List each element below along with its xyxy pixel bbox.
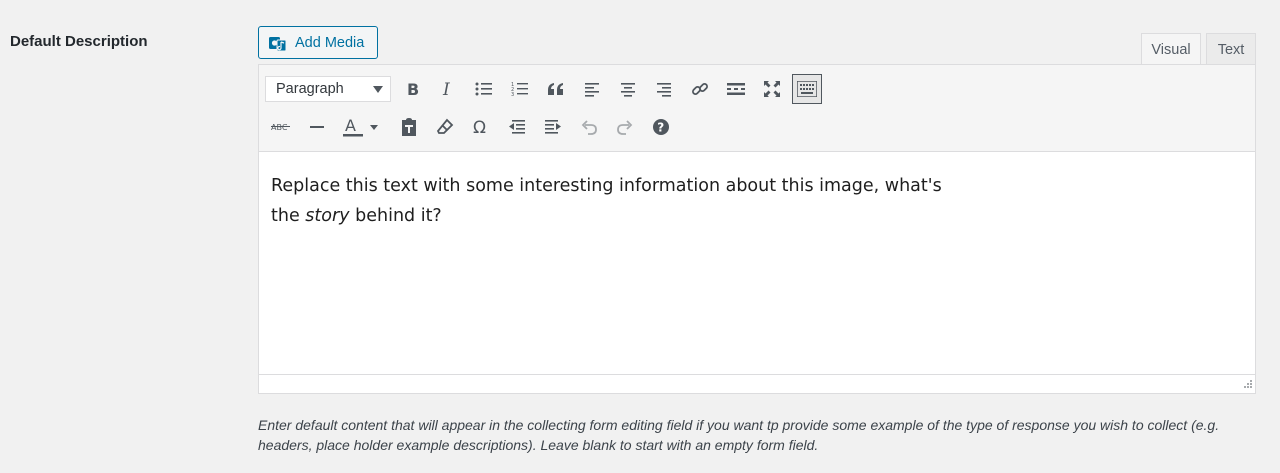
content-line-2: the story behind it? [271, 201, 971, 231]
paste-as-text-button[interactable] [394, 112, 424, 142]
content-text: behind it? [349, 206, 442, 226]
numbered-list-button[interactable]: 123 [505, 74, 535, 104]
text-color-icon: A [343, 116, 378, 137]
paste-as-text-icon [402, 118, 416, 136]
editor-toolbar: Paragraph B I 123 ABC A Ω ? [259, 65, 1255, 152]
align-left-icon [585, 83, 599, 97]
clear-formatting-icon [436, 118, 454, 134]
svg-text:A: A [345, 116, 356, 135]
link-icon [692, 83, 708, 95]
toolbar-toggle-button[interactable] [792, 74, 822, 104]
redo-button[interactable] [610, 112, 640, 142]
align-right-icon [657, 83, 671, 97]
media-icon [269, 36, 287, 51]
bold-icon: B [407, 81, 419, 97]
outdent-icon [509, 120, 525, 134]
text-color-button[interactable]: A [338, 112, 384, 142]
toolbar-toggle-icon [797, 81, 817, 97]
resize-handle-icon[interactable] [1242, 380, 1252, 390]
format-select[interactable]: Paragraph [265, 76, 391, 102]
editor-content[interactable]: Replace this text with some interesting … [271, 171, 971, 231]
strikethrough-icon: ABC [271, 123, 290, 132]
tab-visual[interactable]: Visual [1141, 33, 1201, 65]
italic-button[interactable]: I [433, 74, 463, 104]
blockquote-button[interactable] [541, 74, 571, 104]
svg-text:B: B [407, 81, 419, 97]
tab-text[interactable]: Text [1206, 33, 1256, 65]
align-center-button[interactable] [613, 74, 643, 104]
blockquote-icon [548, 83, 563, 95]
align-right-button[interactable] [649, 74, 679, 104]
field-label: Default Description [10, 33, 148, 50]
align-center-icon [621, 83, 635, 97]
fullscreen-icon [764, 81, 780, 97]
svg-text:ABC: ABC [271, 123, 288, 132]
numbered-list-icon: 123 [511, 82, 528, 97]
indent-button[interactable] [538, 112, 568, 142]
svg-text:?: ? [657, 121, 664, 135]
read-more-icon [727, 83, 745, 95]
rich-text-editor: Paragraph B I 123 ABC A Ω ? Replace this… [258, 64, 1256, 394]
field-description: Enter default content that will appear i… [258, 417, 1220, 453]
content-text: the [271, 206, 306, 226]
help-button[interactable]: ? [646, 112, 676, 142]
content-italic-text: story [305, 206, 350, 226]
redo-icon [617, 120, 633, 135]
bold-button[interactable]: B [398, 74, 428, 104]
outdent-button[interactable] [502, 112, 532, 142]
chevron-down-icon [373, 86, 383, 93]
undo-icon [581, 120, 597, 135]
read-more-button[interactable] [721, 74, 751, 104]
svg-text:3: 3 [511, 92, 514, 97]
clear-formatting-button[interactable] [430, 112, 460, 142]
italic-icon: I [442, 81, 450, 97]
editor-statusbar [259, 374, 1255, 393]
bulleted-list-icon [475, 82, 492, 96]
help-icon: ? [653, 119, 669, 135]
content-line-1: Replace this text with some interesting … [271, 176, 942, 196]
strikethrough-button[interactable]: ABC [266, 112, 296, 142]
indent-icon [545, 120, 561, 134]
svg-text:Ω: Ω [473, 118, 486, 136]
fullscreen-button[interactable] [757, 74, 787, 104]
add-media-button[interactable]: Add Media [258, 26, 378, 59]
horizontal-line-button[interactable] [302, 112, 332, 142]
undo-button[interactable] [574, 112, 604, 142]
align-left-button[interactable] [577, 74, 607, 104]
bulleted-list-button[interactable] [469, 74, 499, 104]
special-character-button[interactable]: Ω [466, 112, 496, 142]
format-select-value: Paragraph [276, 81, 344, 97]
add-media-label: Add Media [295, 34, 365, 51]
toolbar-row-2: ABC A Ω ? [259, 109, 1255, 145]
link-button[interactable] [685, 74, 715, 104]
svg-text:I: I [442, 81, 450, 97]
horizontal-line-icon [310, 126, 324, 128]
special-character-icon: Ω [473, 118, 486, 136]
toolbar-row-1: Paragraph B I 123 [259, 71, 1255, 107]
